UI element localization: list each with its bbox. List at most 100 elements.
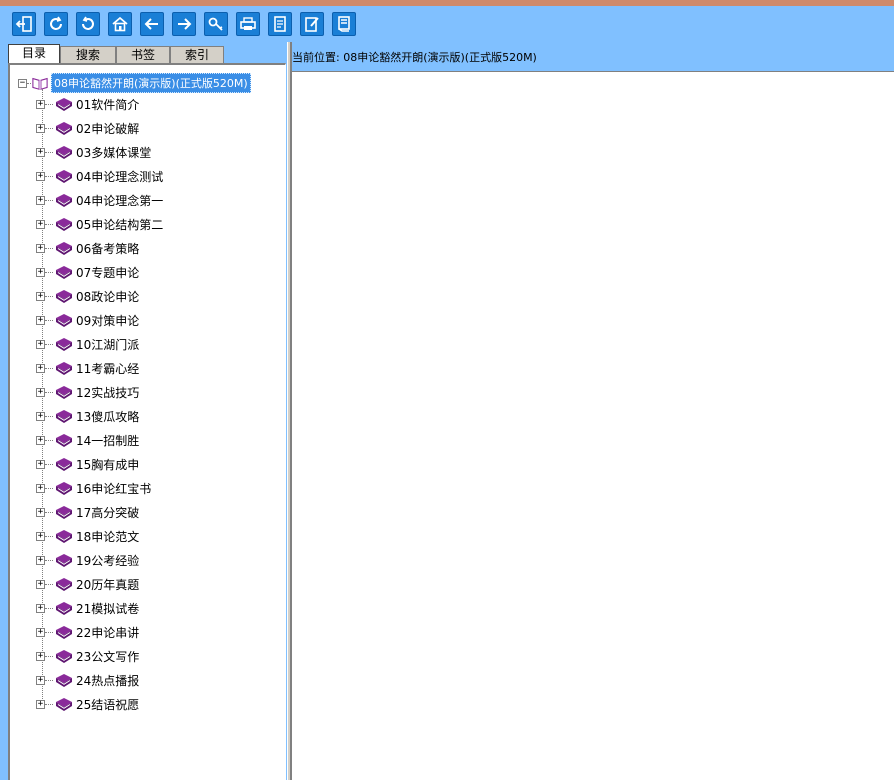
tree-item[interactable]: +13傻瓜攻略 [36, 406, 139, 426]
tab-search[interactable]: 搜索 [60, 46, 116, 64]
tree-item-label[interactable]: 11考霸心经 [76, 360, 139, 377]
expand-icon[interactable]: + [36, 315, 45, 325]
tree-item[interactable]: +03多媒体课堂 [36, 142, 151, 162]
home-button[interactable] [108, 12, 132, 36]
print-button[interactable] [236, 12, 260, 36]
tab-index[interactable]: 索引 [170, 46, 224, 64]
expand-icon[interactable]: + [36, 339, 45, 349]
tree-item-label[interactable]: 16申论红宝书 [76, 480, 151, 497]
tree-item-label[interactable]: 04申论理念第一 [76, 192, 163, 209]
tree-item-label[interactable]: 14一招制胜 [76, 432, 139, 449]
expand-icon[interactable]: + [36, 195, 45, 205]
tree-item-label[interactable]: 20历年真题 [76, 576, 139, 593]
tree-item[interactable]: +02申论破解 [36, 118, 139, 138]
tree-item-label[interactable]: 04申论理念测试 [76, 168, 163, 185]
bookmark-button[interactable] [332, 12, 356, 36]
tree-item-label[interactable]: 03多媒体课堂 [76, 144, 151, 161]
tree-item-label[interactable]: 01软件简介 [76, 96, 139, 113]
tree-item[interactable]: +10江湖门派 [36, 334, 139, 354]
tree-item[interactable]: +11考霸心经 [36, 358, 139, 378]
tree-item[interactable]: +05申论结构第二 [36, 214, 163, 234]
tree-item-label[interactable]: 09对策申论 [76, 312, 139, 329]
collapse-icon[interactable]: − [18, 78, 27, 88]
book-icon [56, 170, 72, 183]
tree-item[interactable]: +20历年真题 [36, 574, 139, 594]
tree-item[interactable]: +12实战技巧 [36, 382, 139, 402]
contents-tree[interactable]: − 08申论豁然开朗(演示版)(正式版520M) +01软件简介 +02申论破解 +… [8, 63, 286, 780]
tree-item[interactable]: +15胸有成申 [36, 454, 139, 474]
tree-item-label[interactable]: 19公考经验 [76, 552, 139, 569]
tree-root-label[interactable]: 08申论豁然开朗(演示版)(正式版520M) [51, 73, 251, 93]
tree-item[interactable]: +19公考经验 [36, 550, 139, 570]
tree-item[interactable]: +18申论范文 [36, 526, 139, 546]
tree-item-label[interactable]: 08政论申论 [76, 288, 139, 305]
tree-item-label[interactable]: 12实战技巧 [76, 384, 139, 401]
tree-item[interactable]: +01软件简介 [36, 94, 139, 114]
expand-icon[interactable]: + [36, 459, 45, 469]
expand-icon[interactable]: + [36, 435, 45, 445]
tree-item-label[interactable]: 22申论串讲 [76, 624, 139, 641]
expand-icon[interactable]: + [36, 555, 45, 565]
tree-item[interactable]: +14一招制胜 [36, 430, 139, 450]
expand-icon[interactable]: + [36, 243, 45, 253]
expand-icon[interactable]: + [36, 411, 45, 421]
tree-item[interactable]: +04申论理念第一 [36, 190, 163, 210]
expand-icon[interactable]: + [36, 291, 45, 301]
expand-icon[interactable]: + [36, 675, 45, 685]
tree-item-label[interactable]: 25结语祝愿 [76, 696, 139, 713]
expand-icon[interactable]: + [36, 603, 45, 613]
tree-item[interactable]: +08政论申论 [36, 286, 139, 306]
tree-item-label[interactable]: 23公文写作 [76, 648, 139, 665]
expand-icon[interactable]: + [36, 699, 45, 709]
expand-icon[interactable]: + [36, 99, 45, 109]
tab-contents[interactable]: 目录 [8, 44, 60, 64]
back-button[interactable] [140, 12, 164, 36]
expand-icon[interactable]: + [36, 123, 45, 133]
book-icon [56, 602, 72, 615]
refresh-button[interactable] [44, 12, 68, 36]
tree-item[interactable]: +09对策申论 [36, 310, 139, 330]
tree-item[interactable]: +17高分突破 [36, 502, 139, 522]
tree-item[interactable]: +23公文写作 [36, 646, 139, 666]
expand-icon[interactable]: + [36, 171, 45, 181]
exit-button[interactable] [12, 12, 36, 36]
tree-item[interactable]: +22申论串讲 [36, 622, 139, 642]
tree-item[interactable]: +25结语祝愿 [36, 694, 139, 714]
expand-icon[interactable]: + [36, 219, 45, 229]
expand-icon[interactable]: + [36, 387, 45, 397]
search-button[interactable] [204, 12, 228, 36]
expand-icon[interactable]: + [36, 267, 45, 277]
tree-item[interactable]: +07专题申论 [36, 262, 139, 282]
expand-icon[interactable]: + [36, 579, 45, 589]
tree-item-label[interactable]: 10江湖门派 [76, 336, 139, 353]
tree-item[interactable]: +04申论理念测试 [36, 166, 163, 186]
tree-item-label[interactable]: 24热点播报 [76, 672, 139, 689]
tree-item-label[interactable]: 07专题申论 [76, 264, 139, 281]
tree-item-label[interactable]: 13傻瓜攻略 [76, 408, 139, 425]
edit-button[interactable] [300, 12, 324, 36]
undo-button[interactable] [76, 12, 100, 36]
tree-item-label[interactable]: 15胸有成申 [76, 456, 139, 473]
tree-item[interactable]: +06备考策略 [36, 238, 139, 258]
tree-item-label[interactable]: 02申论破解 [76, 120, 139, 137]
tree-item[interactable]: +16申论红宝书 [36, 478, 151, 498]
tree-item-label[interactable]: 05申论结构第二 [76, 216, 163, 233]
tree-item-label[interactable]: 17高分突破 [76, 504, 139, 521]
tree-root-node[interactable]: − 08申论豁然开朗(演示版)(正式版520M) [18, 73, 251, 93]
expand-icon[interactable]: + [36, 483, 45, 493]
tab-bookmarks[interactable]: 书签 [116, 46, 170, 64]
tree-item-label[interactable]: 21模拟试卷 [76, 600, 139, 617]
tree-item[interactable]: +24热点播报 [36, 670, 139, 690]
forward-button[interactable] [172, 12, 196, 36]
expand-icon[interactable]: + [36, 147, 45, 157]
content-view[interactable] [292, 73, 894, 780]
expand-icon[interactable]: + [36, 651, 45, 661]
expand-icon[interactable]: + [36, 507, 45, 517]
tree-item[interactable]: +21模拟试卷 [36, 598, 139, 618]
tree-item-label[interactable]: 06备考策略 [76, 240, 139, 257]
expand-icon[interactable]: + [36, 627, 45, 637]
notes-button[interactable] [268, 12, 292, 36]
tree-item-label[interactable]: 18申论范文 [76, 528, 139, 545]
expand-icon[interactable]: + [36, 531, 45, 541]
expand-icon[interactable]: + [36, 363, 45, 373]
